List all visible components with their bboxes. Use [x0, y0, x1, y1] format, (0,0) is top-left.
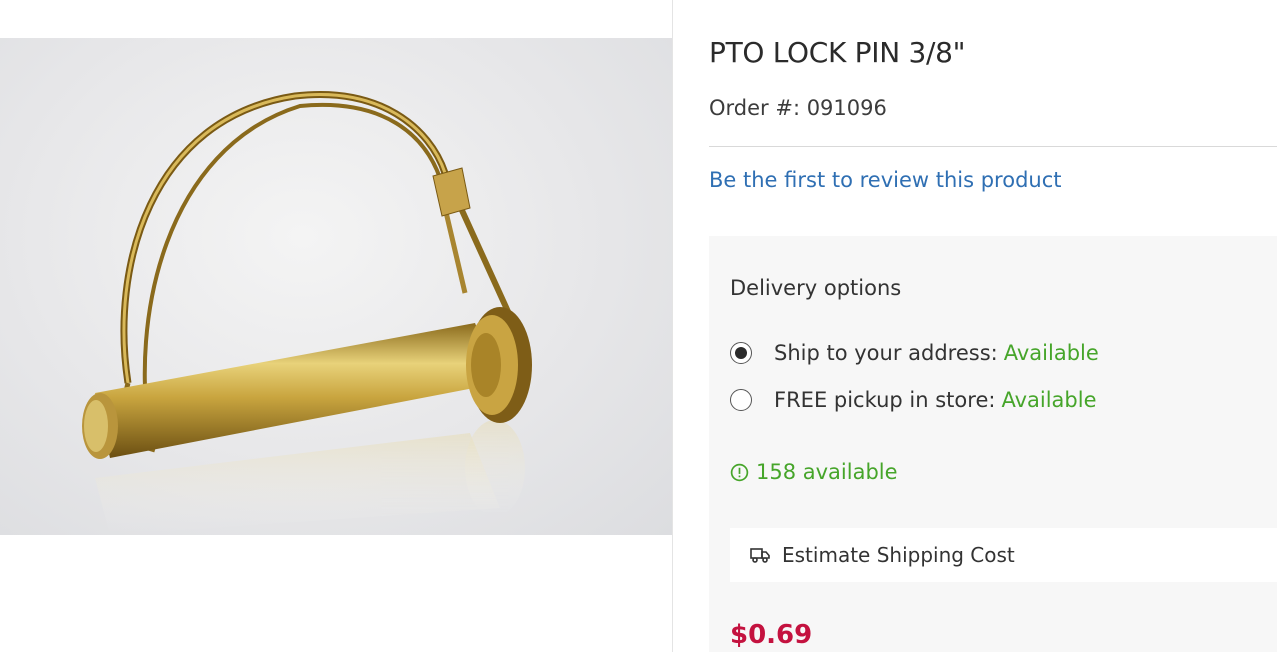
pickup-availability: Available — [1001, 388, 1097, 412]
column-divider — [672, 0, 673, 652]
product-image[interactable] — [0, 38, 672, 535]
pickup-label: FREE pickup in store: — [774, 388, 996, 412]
review-link[interactable]: Be the first to review this product — [709, 168, 1062, 192]
ship-label: Ship to your address: — [774, 341, 998, 365]
estimate-shipping-label: Estimate Shipping Cost — [782, 543, 1015, 567]
estimate-shipping-button[interactable]: Estimate Shipping Cost — [730, 528, 1277, 582]
product-gallery — [0, 0, 672, 652]
ship-radio[interactable] — [730, 342, 752, 364]
product-title: PTO LOCK PIN 3/8" — [709, 36, 966, 69]
divider — [709, 146, 1277, 147]
ship-to-address-option[interactable]: Ship to your address: Available — [730, 340, 1099, 366]
ship-availability: Available — [1003, 341, 1099, 365]
lock-pin-illustration — [82, 91, 532, 535]
pickup-in-store-option[interactable]: FREE pickup in store: Available — [730, 387, 1097, 413]
truck-icon — [750, 547, 770, 563]
pickup-radio[interactable] — [730, 389, 752, 411]
order-number: Order #: 091096 — [709, 96, 887, 120]
